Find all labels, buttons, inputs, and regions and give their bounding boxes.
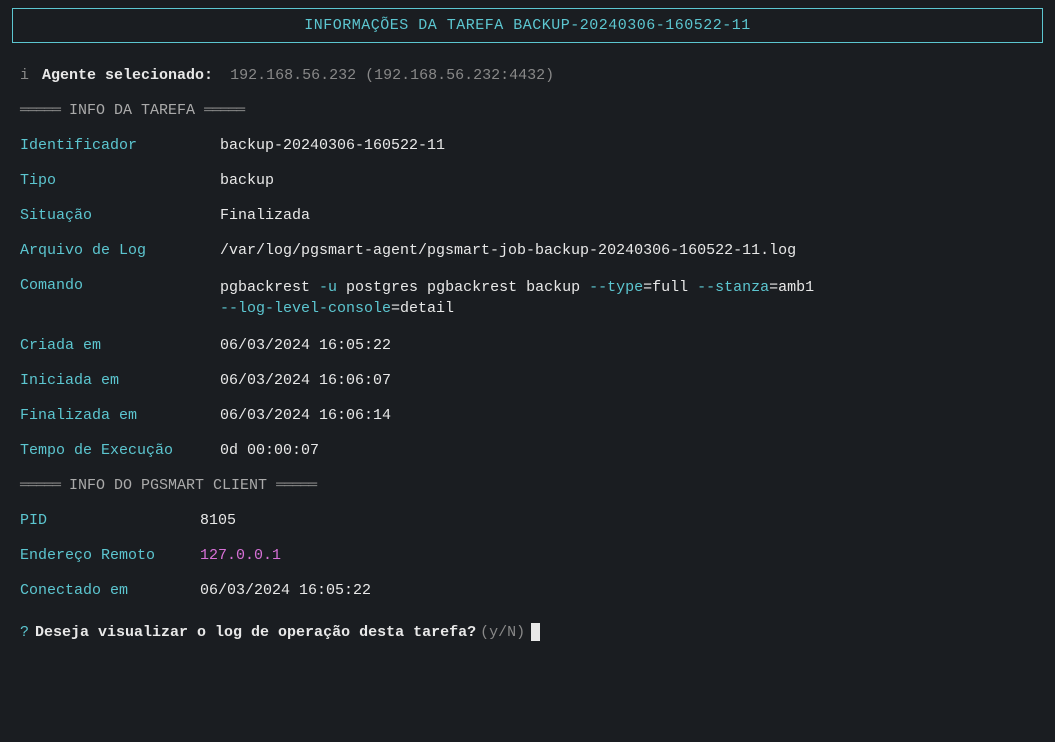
row-iniciada-em: Iniciada em 06/03/2024 16:06:07: [12, 372, 1043, 389]
value-criada-em: 06/03/2024 16:05:22: [220, 337, 1043, 354]
row-comando: Comando pgbackrest -u postgres pgbackres…: [12, 277, 1043, 319]
value-comando: pgbackrest -u postgres pgbackrest backup…: [220, 277, 1020, 319]
agent-selected-value: 192.168.56.232 (192.168.56.232:4432): [230, 67, 554, 84]
key-tempo-execucao: Tempo de Execução: [20, 442, 220, 459]
row-criada-em: Criada em 06/03/2024 16:05:22: [12, 337, 1043, 354]
agent-selected-label: Agente selecionado:: [42, 67, 213, 84]
row-tempo-execucao: Tempo de Execução 0d 00:00:07: [12, 442, 1043, 459]
divider-dashes-left: ═════: [20, 477, 60, 494]
client-info-divider: ═════ INFO DO PGSMART CLIENT ═════: [12, 477, 1043, 494]
key-situacao: Situação: [20, 207, 220, 224]
key-conectado-em: Conectado em: [20, 582, 200, 599]
row-tipo: Tipo backup: [12, 172, 1043, 189]
key-criada-em: Criada em: [20, 337, 220, 354]
prompt-question-mark: ?: [20, 624, 29, 641]
key-tipo: Tipo: [20, 172, 220, 189]
key-endereco-remoto: Endereço Remoto: [20, 547, 200, 564]
divider-dashes-right: ═════: [276, 477, 316, 494]
value-situacao: Finalizada: [220, 207, 1043, 224]
row-pid: PID 8105: [12, 512, 1043, 529]
divider-dashes-left: ═════: [20, 102, 60, 119]
key-comando: Comando: [20, 277, 220, 319]
divider-dashes-right: ═════: [204, 102, 244, 119]
value-tempo-execucao: 0d 00:00:07: [220, 442, 1043, 459]
row-identificador: Identificador backup-20240306-160522-11: [12, 137, 1043, 154]
agent-line: i Agente selecionado: 192.168.56.232 (19…: [12, 67, 1043, 84]
prompt-line[interactable]: ? Deseja visualizar o log de operação de…: [12, 623, 1043, 641]
prompt-text: Deseja visualizar o log de operação dest…: [35, 624, 476, 641]
row-arquivo-log: Arquivo de Log /var/log/pgsmart-agent/pg…: [12, 242, 1043, 259]
key-finalizada-em: Finalizada em: [20, 407, 220, 424]
row-endereco-remoto: Endereço Remoto 127.0.0.1: [12, 547, 1043, 564]
value-tipo: backup: [220, 172, 1043, 189]
task-info-divider: ═════ INFO DA TAREFA ═════: [12, 102, 1043, 119]
value-iniciada-em: 06/03/2024 16:06:07: [220, 372, 1043, 389]
value-arquivo-log: /var/log/pgsmart-agent/pgsmart-job-backu…: [220, 242, 1043, 259]
value-pid: 8105: [200, 512, 1043, 529]
prompt-hint: (y/N): [480, 624, 525, 641]
client-info-label: INFO DO PGSMART CLIENT: [69, 477, 276, 494]
row-situacao: Situação Finalizada: [12, 207, 1043, 224]
info-icon: i: [20, 67, 29, 84]
value-finalizada-em: 06/03/2024 16:06:14: [220, 407, 1043, 424]
key-arquivo-log: Arquivo de Log: [20, 242, 220, 259]
header-title: INFORMAÇÕES DA TAREFA BACKUP-20240306-16…: [304, 17, 751, 34]
row-finalizada-em: Finalizada em 06/03/2024 16:06:14: [12, 407, 1043, 424]
header-box: INFORMAÇÕES DA TAREFA BACKUP-20240306-16…: [12, 8, 1043, 43]
row-conectado-em: Conectado em 06/03/2024 16:05:22: [12, 582, 1043, 599]
key-iniciada-em: Iniciada em: [20, 372, 220, 389]
key-pid: PID: [20, 512, 200, 529]
task-info-label: INFO DA TAREFA: [69, 102, 204, 119]
value-identificador: backup-20240306-160522-11: [220, 137, 1043, 154]
cursor-icon: [531, 623, 540, 641]
value-conectado-em: 06/03/2024 16:05:22: [200, 582, 1043, 599]
key-identificador: Identificador: [20, 137, 220, 154]
value-endereco-remoto: 127.0.0.1: [200, 547, 1043, 564]
